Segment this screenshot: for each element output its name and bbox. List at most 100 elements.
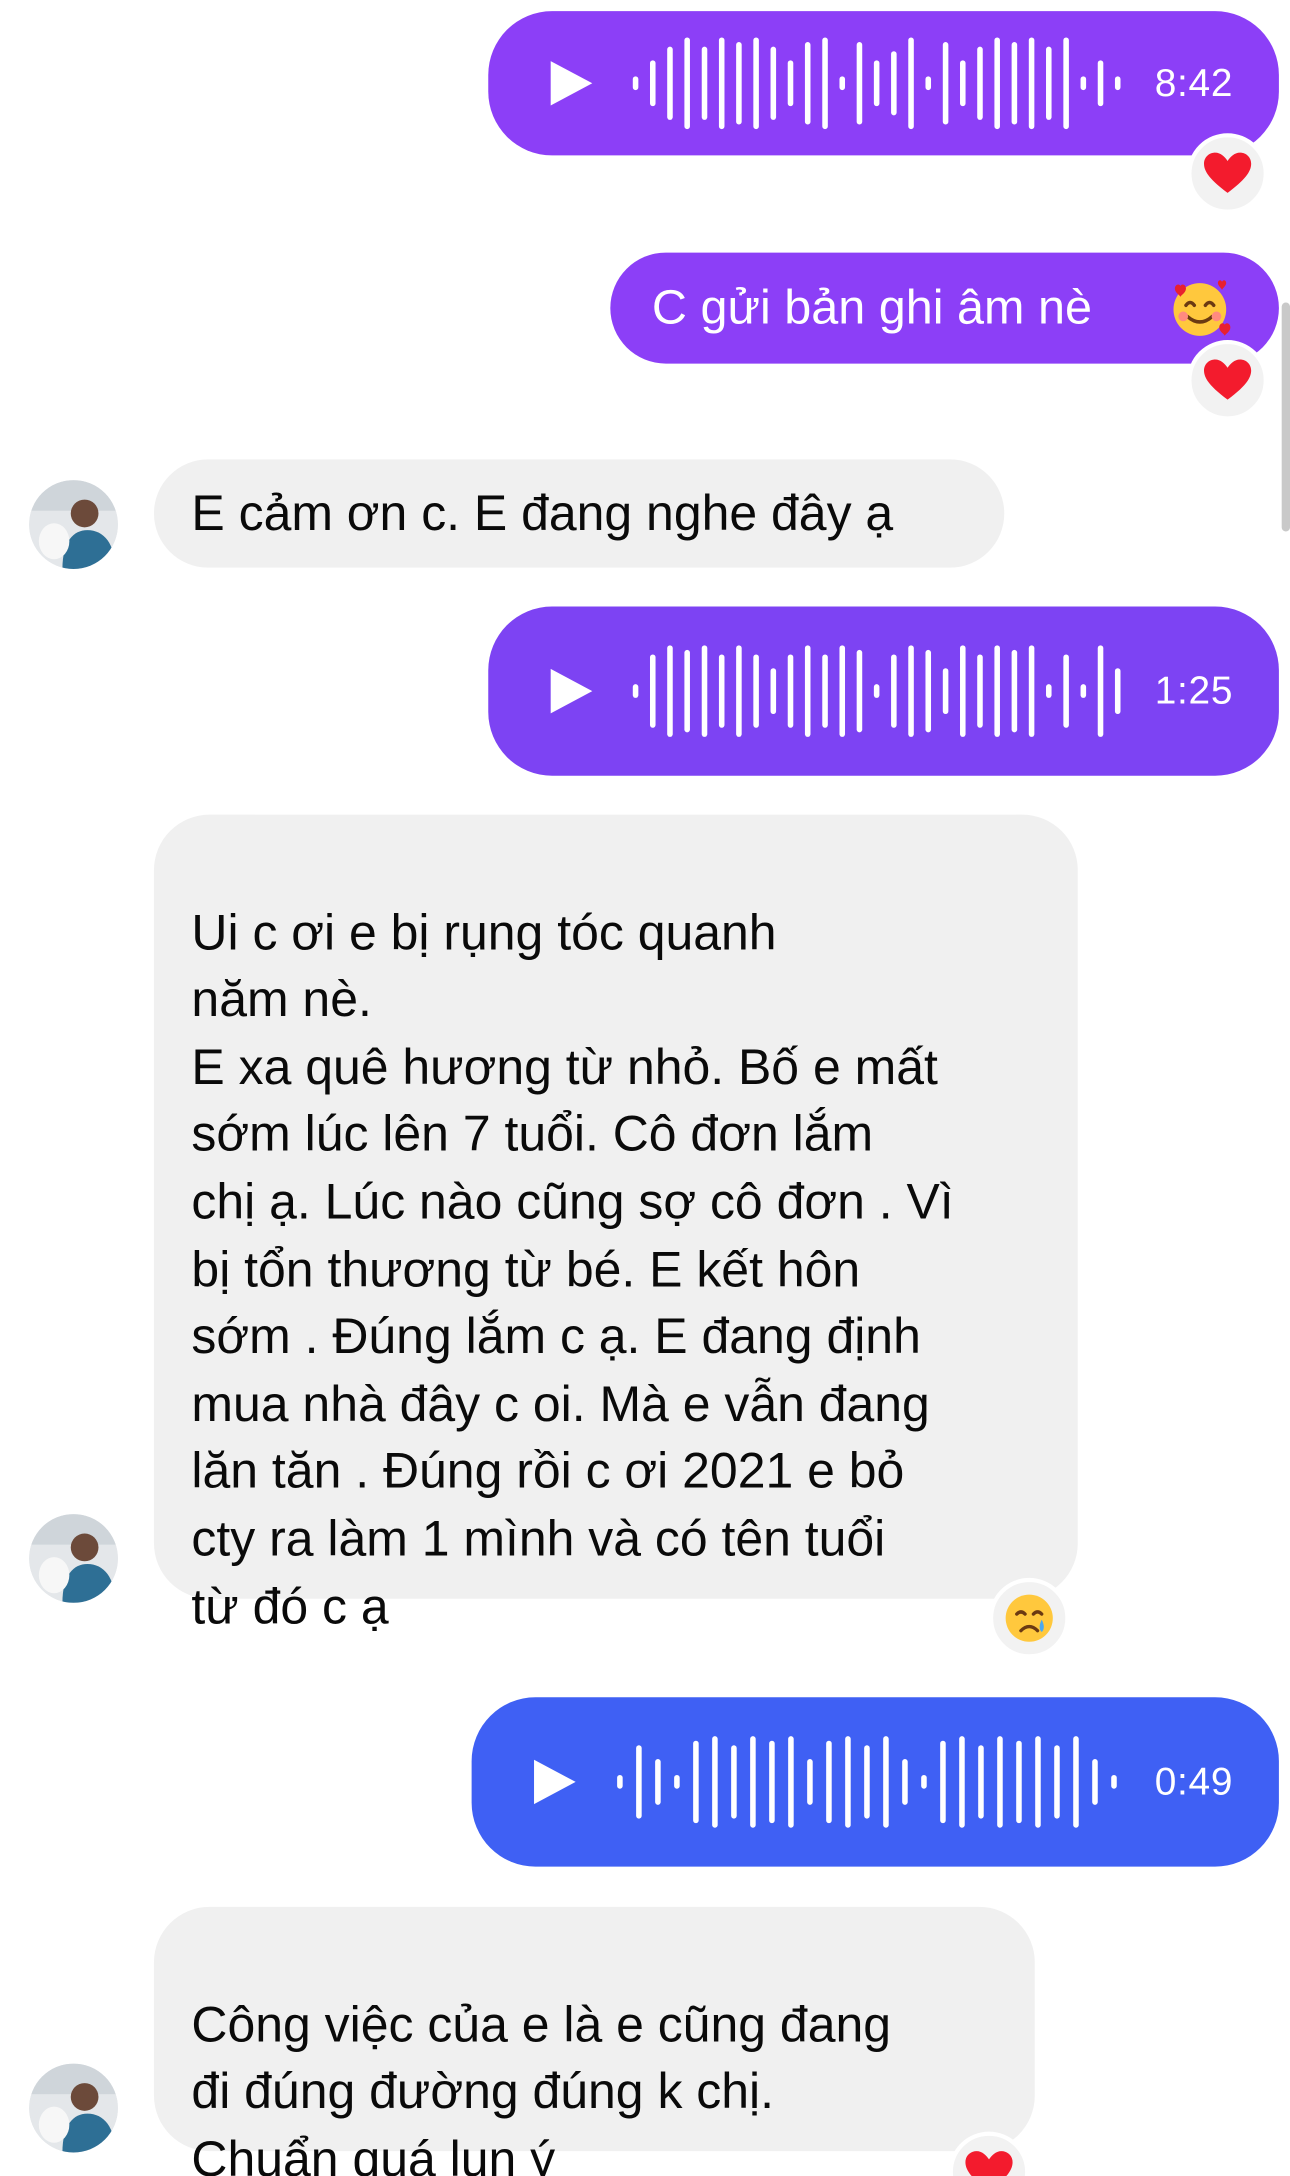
- smiling-face-with-hearts-icon: [1173, 280, 1231, 336]
- waveform-bar: [1092, 1759, 1098, 1805]
- reaction-badge[interactable]: [948, 2131, 1030, 2176]
- waveform-bar: [997, 1736, 1003, 1828]
- waveform-bar: [632, 76, 639, 91]
- waveform-bar: [617, 1774, 623, 1789]
- waveform-bar: [804, 42, 811, 125]
- waveform-icon: [632, 645, 1121, 737]
- waveform-bar: [921, 1774, 927, 1789]
- voice-message-bubble[interactable]: 8:42: [488, 11, 1279, 156]
- waveform-bar: [636, 1745, 642, 1819]
- waveform-bar: [902, 1759, 908, 1805]
- waveform-bar: [667, 645, 673, 737]
- waveform-bar: [632, 684, 639, 698]
- waveform-bar: [873, 684, 880, 698]
- heart-icon: [1204, 359, 1252, 400]
- message-text: E cảm ơn c. E đang nghe đây ạ: [191, 484, 894, 542]
- reaction-badge[interactable]: [989, 1577, 1070, 1659]
- waveform-bar: [787, 654, 794, 728]
- message-text: C gửi bản ghi âm nè: [651, 280, 1092, 335]
- waveform-bar: [787, 60, 794, 107]
- waveform-bar: [826, 1740, 832, 1824]
- waveform-bar: [977, 46, 983, 120]
- received-message-bubble[interactable]: Ui c ơi e bị rụng tóc quanh năm nè. E xa…: [153, 814, 1078, 1634]
- avatar-photo: [29, 2063, 118, 2153]
- reaction-badge[interactable]: [1187, 340, 1268, 421]
- waveform-bar: [736, 42, 742, 125]
- waveform-bar: [1063, 654, 1069, 728]
- waveform-bar: [753, 37, 759, 130]
- waveform-bar: [788, 1736, 794, 1828]
- waveform-bar: [822, 654, 828, 728]
- waveform-bar: [693, 1740, 699, 1824]
- waveform-bar: [883, 1736, 889, 1828]
- avatar[interactable]: [29, 2063, 118, 2153]
- waveform-bar: [960, 645, 966, 737]
- waveform-bar: [712, 1736, 718, 1828]
- waveform-bar: [960, 60, 966, 107]
- waveform-bar: [684, 37, 690, 130]
- waveform-bar: [908, 645, 914, 737]
- message-text: Công việc của e là e cũng đang đi đúng đ…: [191, 1995, 892, 2176]
- waveform-bar: [1028, 37, 1035, 130]
- waveform-bar: [1046, 684, 1052, 698]
- waveform-bar: [1011, 42, 1018, 125]
- sent-message-bubble[interactable]: C gửi bản ghi âm nè: [610, 252, 1279, 364]
- reaction-badge[interactable]: [1187, 133, 1268, 214]
- waveform-bar: [769, 1740, 775, 1824]
- waveform-bar: [959, 1736, 965, 1828]
- waveform-bar: [925, 76, 932, 91]
- voice-duration: 0:49: [1154, 1759, 1234, 1803]
- waveform-bar: [804, 645, 811, 737]
- waveform-bar: [1080, 684, 1087, 698]
- waveform-bar: [822, 37, 828, 130]
- crying-face-icon: [1005, 1594, 1053, 1642]
- waveform-bar: [978, 1745, 984, 1819]
- waveform-bar: [1046, 46, 1052, 120]
- waveform-bar: [1073, 1736, 1079, 1828]
- waveform-bar: [1080, 76, 1087, 91]
- voice-message-bubble[interactable]: 0:49: [471, 1697, 1279, 1867]
- message-list: 8:42 C gửi bản ghi âm nè E cảm ơn c. E đ…: [0, 0, 1290, 2176]
- waveform-bar: [1054, 1745, 1060, 1819]
- waveform-bar: [1028, 645, 1035, 737]
- waveform-bar: [674, 1774, 680, 1789]
- avatar[interactable]: [29, 480, 118, 569]
- play-icon[interactable]: [550, 668, 593, 714]
- waveform-bar: [940, 1740, 946, 1824]
- waveform-bar: [1114, 668, 1121, 715]
- waveform-bar: [856, 42, 863, 125]
- waveform-bar: [750, 1736, 756, 1828]
- avatar-photo: [29, 1514, 118, 1603]
- waveform-bar: [864, 1745, 870, 1819]
- received-message-bubble[interactable]: E cảm ơn c. E đang nghe đây ạ: [153, 459, 1005, 568]
- waveform-bar: [718, 654, 725, 728]
- waveform-bar: [731, 1745, 737, 1819]
- waveform-bar: [977, 654, 983, 728]
- message-text: Ui c ơi e bị rụng tóc quanh năm nè. E xa…: [191, 902, 954, 1635]
- waveform-bar: [845, 1736, 851, 1828]
- waveform-bar: [1097, 60, 1104, 107]
- waveform-bar: [839, 645, 846, 737]
- waveform-bar: [1016, 1740, 1022, 1824]
- heart-icon: [965, 2151, 1013, 2176]
- chat-screen: 8:42 C gửi bản ghi âm nè E cảm ơn c. E đ…: [0, 0, 1290, 2176]
- avatar[interactable]: [29, 1514, 118, 1603]
- waveform-bar: [1111, 1774, 1117, 1789]
- waveform-bar: [856, 649, 863, 733]
- heart-icon: [1204, 152, 1252, 193]
- waveform-bar: [770, 668, 777, 715]
- received-message-bubble[interactable]: Công việc của e là e cũng đang đi đúng đ…: [153, 1906, 1035, 2176]
- waveform-bar: [753, 654, 759, 728]
- scrollbar[interactable]: [1281, 302, 1290, 532]
- waveform-bar: [770, 46, 777, 120]
- voice-message-bubble[interactable]: 1:25: [488, 606, 1279, 776]
- waveform-bar: [649, 654, 656, 728]
- waveform-bar: [873, 60, 880, 107]
- waveform-bar: [994, 37, 1000, 130]
- waveform-bar: [942, 42, 949, 125]
- waveform-bar: [994, 645, 1000, 737]
- play-icon[interactable]: [534, 1759, 576, 1805]
- voice-duration: 1:25: [1154, 668, 1234, 712]
- play-icon[interactable]: [550, 61, 593, 106]
- waveform-bar: [1063, 37, 1069, 130]
